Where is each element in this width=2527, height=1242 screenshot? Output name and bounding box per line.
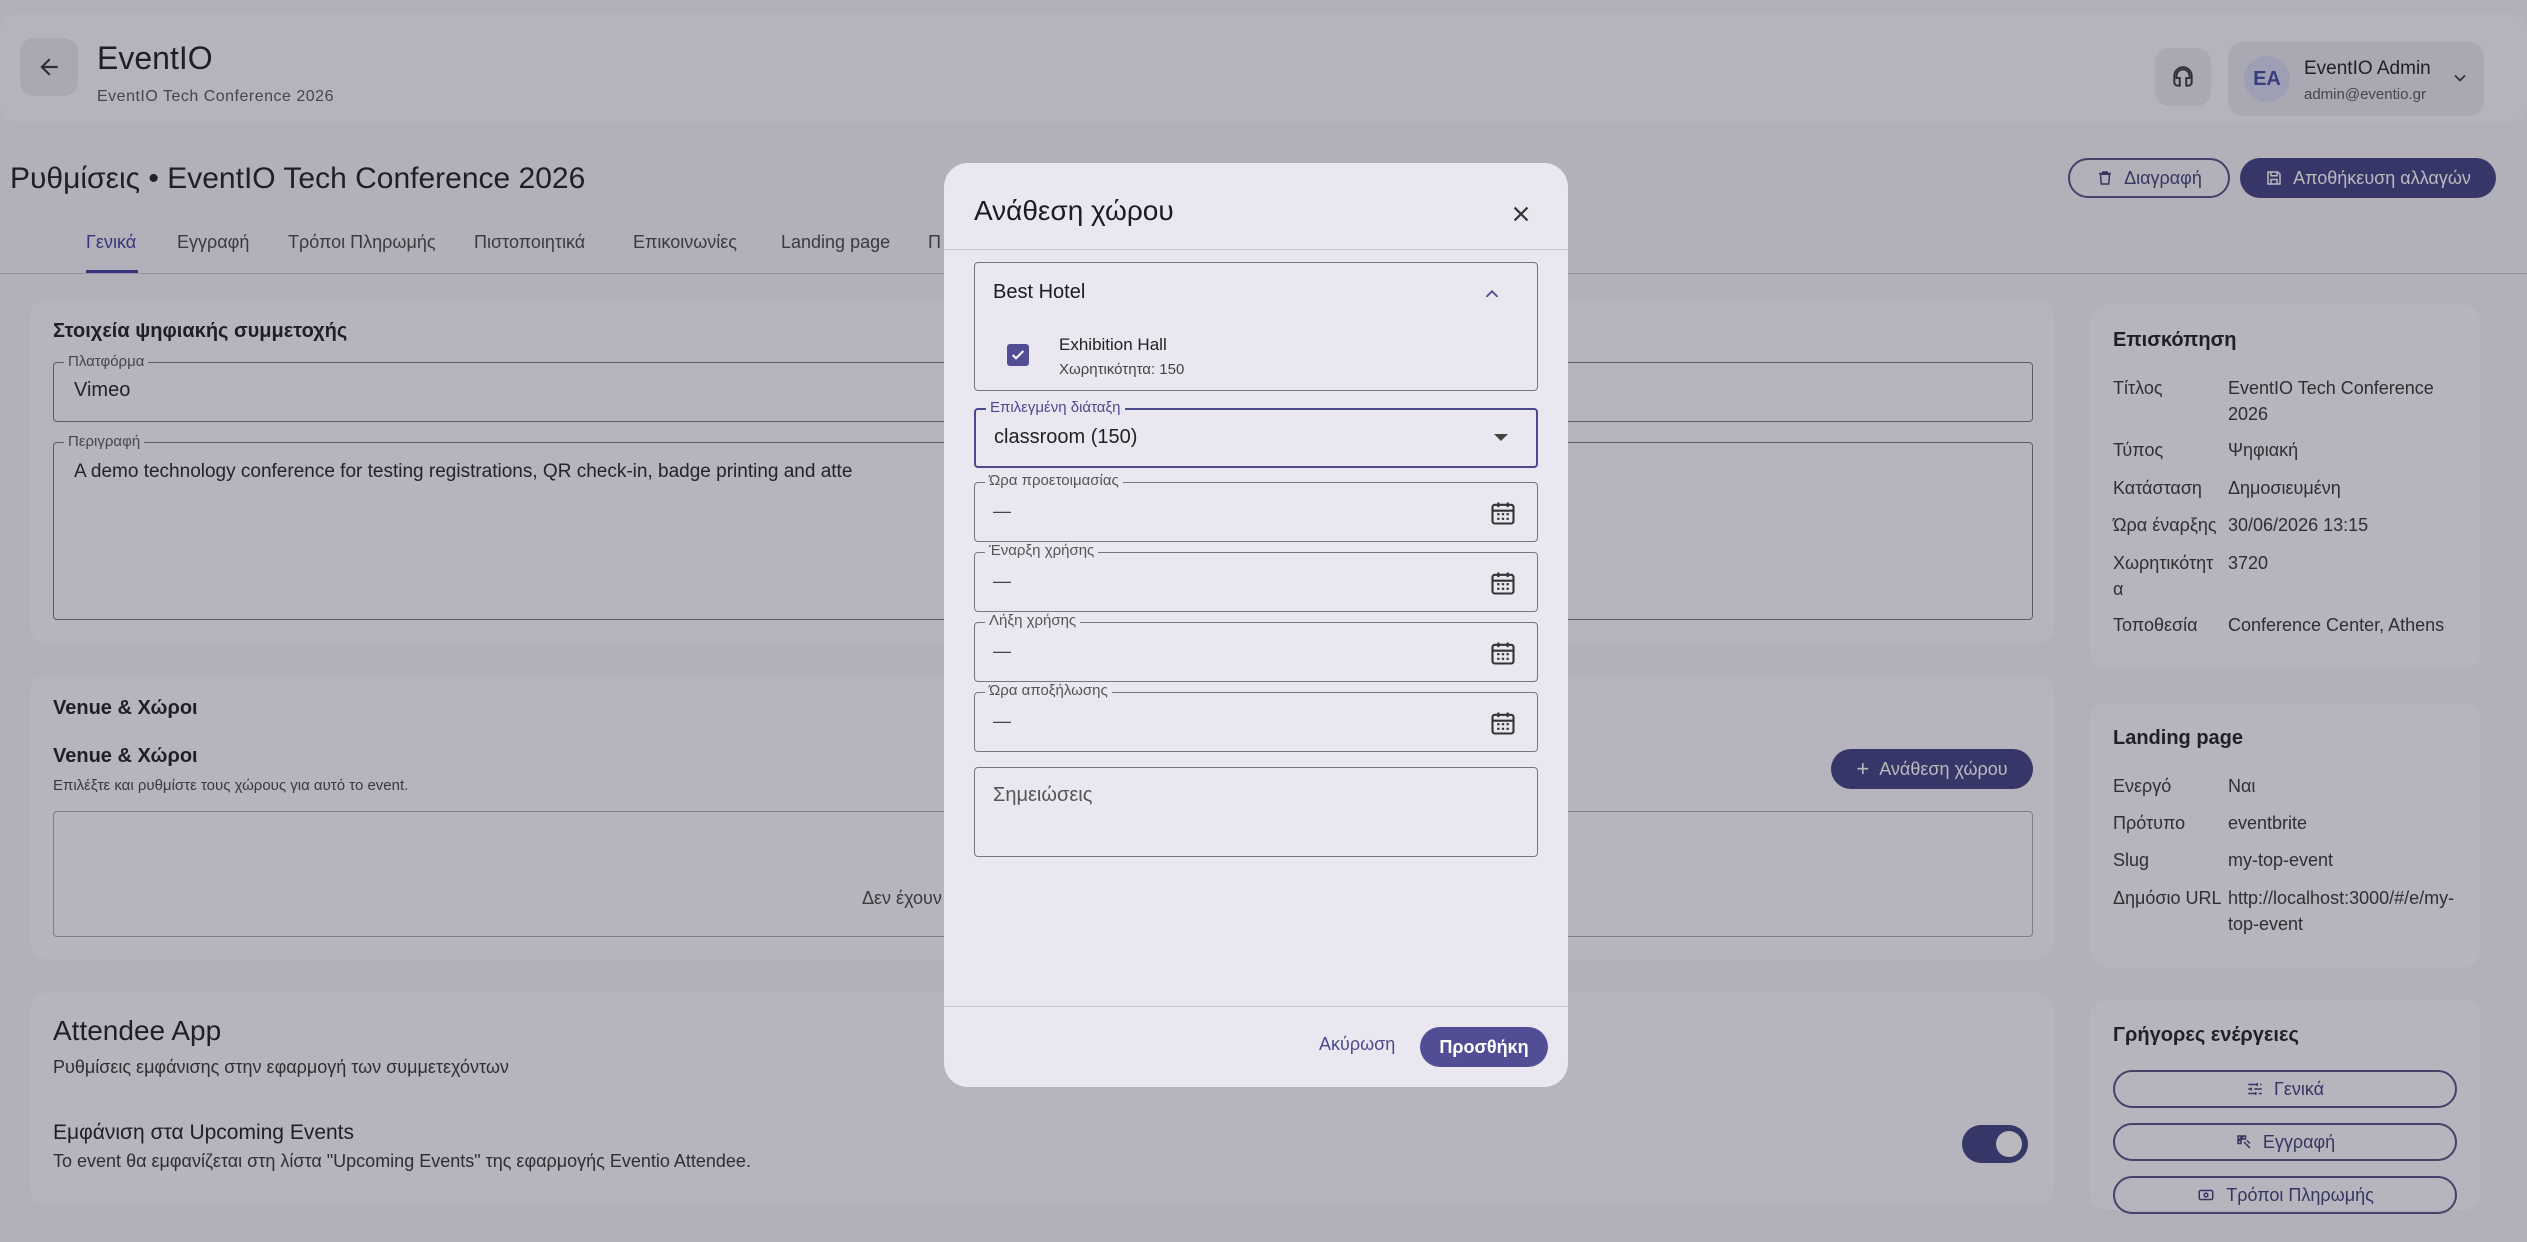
check-icon	[1011, 350, 1025, 360]
start-time-value: —	[993, 571, 1011, 591]
teardown-time-value: —	[993, 711, 1011, 731]
start-time-field[interactable]: Έναρξη χρήσης —	[974, 542, 1538, 612]
calendar-icon[interactable]	[1489, 499, 1517, 527]
venue-room-selector[interactable]: Best Hotel Exhibition Hall Χωρητικότητα:…	[974, 262, 1538, 391]
dropdown-arrow-icon	[1494, 434, 1508, 441]
close-icon	[1513, 206, 1529, 222]
add-button[interactable]: Προσθήκη	[1420, 1027, 1548, 1067]
calendar-icon[interactable]	[1489, 709, 1517, 737]
room-capacity: Χωρητικότητα: 150	[1059, 361, 1185, 378]
room-name: Exhibition Hall	[1059, 335, 1167, 354]
end-time-label: Λήξη χρήσης	[985, 612, 1081, 629]
notes-textarea[interactable]: Σημειώσεις	[974, 767, 1538, 857]
cancel-button[interactable]: Ακύρωση	[1319, 1034, 1395, 1055]
teardown-time-label: Ώρα αποξήλωσης	[985, 682, 1112, 699]
notes-placeholder: Σημειώσεις	[993, 784, 1093, 806]
assign-venue-dialog: Ανάθεση χώρου Best Hotel Exhibition Hall…	[944, 163, 1568, 1087]
teardown-time-field[interactable]: Ώρα αποξήλωσης —	[974, 682, 1538, 752]
chevron-up-icon[interactable]	[1481, 283, 1503, 305]
dialog-header-divider	[944, 249, 1568, 250]
prep-time-field[interactable]: Ώρα προετοιμασίας —	[974, 472, 1538, 542]
start-time-label: Έναρξη χρήσης	[985, 542, 1099, 559]
prep-time-label: Ώρα προετοιμασίας	[985, 472, 1123, 489]
room-checkbox[interactable]	[1007, 344, 1029, 366]
layout-select[interactable]: Επιλεγμένη διάταξη classroom (150)	[974, 399, 1538, 468]
dialog-footer-divider	[944, 1006, 1568, 1007]
calendar-icon[interactable]	[1489, 639, 1517, 667]
venue-name: Best Hotel	[993, 281, 1086, 303]
end-time-value: —	[993, 641, 1011, 661]
layout-value: classroom (150)	[994, 426, 1138, 448]
end-time-field[interactable]: Λήξη χρήσης —	[974, 612, 1538, 682]
layout-label: Επιλεγμένη διάταξη	[986, 399, 1125, 416]
dialog-title: Ανάθεση χώρου	[974, 195, 1174, 226]
close-button[interactable]	[1506, 199, 1536, 229]
prep-time-value: —	[993, 501, 1011, 521]
calendar-icon[interactable]	[1489, 569, 1517, 597]
